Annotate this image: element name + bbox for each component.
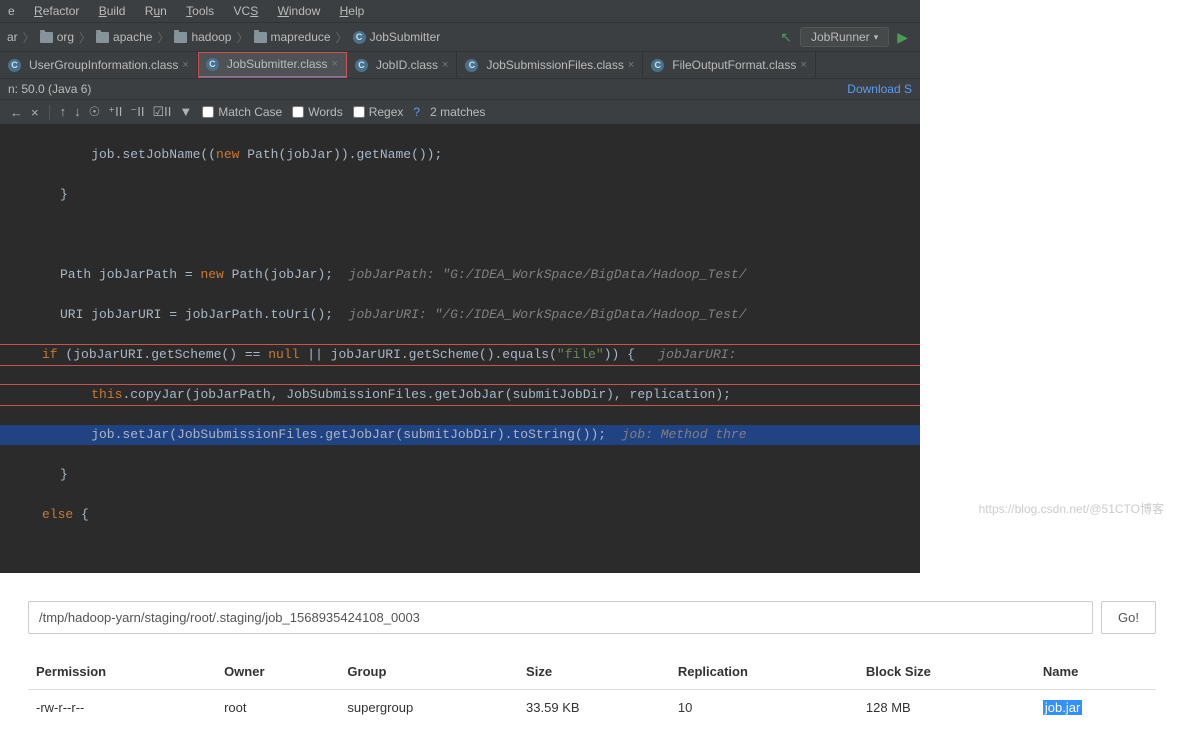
match-count: 2 matches: [430, 105, 485, 119]
path-input[interactable]: [28, 601, 1093, 634]
cell-replication: 10: [670, 690, 858, 726]
tab-jobsubmissionfiles[interactable]: JobSubmissionFiles.class×: [457, 52, 643, 78]
col-block-size[interactable]: Block Size: [858, 654, 1035, 690]
menu-bar: e Refactor Build Run Tools VCS Window He…: [0, 0, 920, 23]
filter-icon[interactable]: ▼: [179, 104, 192, 120]
nav-back-icon[interactable]: ↖: [780, 29, 792, 46]
regex-help-link[interactable]: ?: [413, 105, 420, 119]
close-icon[interactable]: ×: [442, 59, 448, 71]
menu-item-tools[interactable]: Tools: [178, 2, 222, 20]
run-icon[interactable]: ▶: [897, 29, 908, 46]
match-case-checkbox[interactable]: Match Case: [202, 105, 282, 119]
folder-icon: [40, 32, 53, 43]
class-icon: [206, 58, 219, 71]
class-icon: [353, 31, 366, 44]
folder-icon: [174, 32, 187, 43]
run-config-selector[interactable]: JobRunner: [800, 27, 889, 47]
select-all-icon[interactable]: ☑II: [152, 104, 171, 120]
menu-item-window[interactable]: Window: [270, 2, 329, 20]
watermark: https://blog.csdn.net/@51CTO博客: [979, 500, 1164, 517]
folder-icon: [96, 32, 109, 43]
cell-block-size: 128 MB: [858, 690, 1035, 726]
go-button[interactable]: Go!: [1101, 601, 1156, 634]
find-prev-icon[interactable]: ←: [8, 105, 25, 120]
menu-item[interactable]: e: [0, 2, 23, 20]
class-icon: [465, 59, 478, 72]
find-all-icon[interactable]: ☉: [89, 104, 101, 120]
tab-jobid[interactable]: JobID.class×: [347, 52, 457, 78]
ide-window: e Refactor Build Run Tools VCS Window He…: [0, 0, 920, 573]
tab-fileoutputformat[interactable]: FileOutputFormat.class×: [643, 52, 815, 78]
col-owner[interactable]: Owner: [216, 654, 339, 690]
find-bar: ← × ↑ ↓ ☉ ⁺II ⁻II ☑II ▼ Match Case Words…: [0, 100, 920, 125]
breadcrumb-item[interactable]: hadoop: [171, 30, 234, 44]
breadcrumb-item[interactable]: org: [37, 30, 77, 44]
cell-group: supergroup: [339, 690, 518, 726]
breadcrumb-item[interactable]: ar: [4, 30, 21, 44]
path-bar: Go!: [28, 601, 1156, 634]
breadcrumb-item[interactable]: JobSubmitter: [350, 30, 444, 44]
breadcrumb-separator: 〉: [21, 29, 37, 46]
cell-size: 33.59 KB: [518, 690, 670, 726]
file-link[interactable]: job.jar: [1043, 700, 1082, 715]
table-row: -rw-r--r-- root supergroup 33.59 KB 10 1…: [28, 690, 1156, 726]
status-left: n: 50.0 (Java 6): [8, 82, 91, 96]
tab-jobsubmitter[interactable]: JobSubmitter.class×: [198, 52, 347, 78]
cell-permission: -rw-r--r--: [28, 690, 216, 726]
breadcrumb-item[interactable]: mapreduce: [251, 30, 334, 44]
add-selection-icon[interactable]: ⁺II: [108, 104, 122, 120]
col-name[interactable]: Name: [1035, 654, 1156, 690]
col-replication[interactable]: Replication: [670, 654, 858, 690]
find-close-icon[interactable]: ×: [29, 105, 41, 120]
breadcrumb-bar: ar〉 org〉 apache〉 hadoop〉 mapreduce〉 JobS…: [0, 23, 920, 52]
file-browser: Go! Permission Owner Group Size Replicat…: [0, 573, 1184, 753]
close-icon[interactable]: ×: [628, 59, 634, 71]
cell-owner: root: [216, 690, 339, 726]
find-up-icon[interactable]: ↑: [60, 104, 67, 120]
menu-item-build[interactable]: Build: [91, 2, 134, 20]
menu-item-vcs[interactable]: VCS: [226, 2, 267, 20]
status-bar: n: 50.0 (Java 6) Download S: [0, 79, 920, 100]
file-listing-table: Permission Owner Group Size Replication …: [28, 654, 1156, 725]
download-sources-link[interactable]: Download S: [847, 82, 912, 96]
remove-selection-icon[interactable]: ⁻II: [130, 104, 144, 120]
close-icon[interactable]: ×: [182, 59, 188, 71]
cell-name: job.jar: [1035, 690, 1156, 726]
editor-tabs: UserGroupInformation.class× JobSubmitter…: [0, 52, 920, 79]
col-group[interactable]: Group: [339, 654, 518, 690]
col-permission[interactable]: Permission: [28, 654, 216, 690]
tab-usergroupinformation[interactable]: UserGroupInformation.class×: [0, 52, 198, 78]
menu-item-run[interactable]: Run: [137, 2, 175, 20]
close-icon[interactable]: ×: [332, 58, 338, 70]
class-icon: [355, 59, 368, 72]
breadcrumb-item[interactable]: apache: [93, 30, 155, 44]
close-icon[interactable]: ×: [800, 59, 806, 71]
find-down-icon[interactable]: ↓: [74, 104, 81, 120]
folder-icon: [254, 32, 267, 43]
menu-item-help[interactable]: Help: [332, 2, 373, 20]
table-header-row: Permission Owner Group Size Replication …: [28, 654, 1156, 690]
class-icon: [651, 59, 664, 72]
words-checkbox[interactable]: Words: [292, 105, 342, 119]
class-icon: [8, 59, 21, 72]
col-size[interactable]: Size: [518, 654, 670, 690]
regex-checkbox[interactable]: Regex: [353, 105, 404, 119]
menu-item-refactor[interactable]: Refactor: [26, 2, 87, 20]
code-editor[interactable]: job.setJobName((new Path(jobJar)).getNam…: [0, 125, 920, 573]
